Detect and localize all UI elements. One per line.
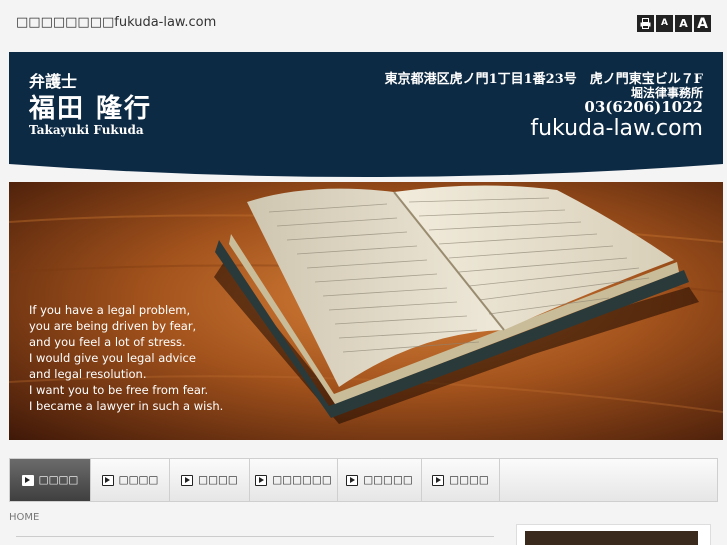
site-title-prefix: □□□□□□□□ [16, 15, 115, 30]
font-large-button[interactable]: A [694, 15, 711, 32]
content-divider [16, 536, 494, 537]
sidebar-banner-image [525, 531, 698, 545]
hero-line: you are being driven by fear, [29, 319, 197, 333]
play-icon [346, 474, 359, 486]
nav-item-4[interactable]: □□□□□□ [250, 459, 338, 501]
hero-line: and legal resolution. [29, 367, 147, 381]
hero-line: I want you to be free from fear. [29, 383, 209, 397]
play-icon [255, 474, 268, 486]
hero-line: If you have a legal problem, [29, 303, 191, 317]
nav-item-label: □□□□ [449, 474, 489, 486]
nav-item-label: □□□□□□ [272, 474, 332, 486]
font-small-button[interactable]: A [656, 15, 673, 32]
breadcrumb: HOME [9, 512, 39, 523]
hero-image: If you have a legal problem, you are bei… [9, 182, 723, 440]
nav-item-label: □□□□ [38, 474, 79, 486]
nav-item-3[interactable]: □□□□ [170, 459, 250, 501]
nav-item-2[interactable]: □□□□ [91, 459, 170, 501]
nav-item-5[interactable]: □□□□□ [338, 459, 422, 501]
site-title-domain: fukuda-law.com [114, 15, 217, 30]
global-nav: □□□□ □□□□ □□□□ □□□□□□ □□□□□ □□□□ [9, 458, 718, 502]
nav-item-6[interactable]: □□□□ [422, 459, 500, 501]
play-icon [181, 474, 194, 486]
font-medium-button[interactable]: A [675, 15, 692, 32]
header-phone: 03(6206)1022 [584, 98, 703, 116]
hero-message: If you have a legal problem, you are bei… [29, 302, 223, 414]
sidebar-banner[interactable] [516, 524, 711, 545]
nav-item-1[interactable]: □□□□ [10, 459, 91, 501]
play-icon [432, 474, 445, 486]
hero-line: and you feel a lot of stress. [29, 335, 186, 349]
header-name: 福田 隆行 [29, 94, 153, 124]
play-icon [21, 474, 34, 486]
play-icon [101, 474, 114, 486]
nav-item-label: □□□□ [198, 474, 238, 486]
header-banner[interactable]: 弁護士 福田 隆行 Takayuki Fukuda 東京都港区虎ノ門1丁目1番2… [9, 52, 723, 180]
breadcrumb-home[interactable]: HOME [9, 512, 39, 523]
site-title: □□□□□□□□fukuda-law.com [16, 15, 216, 30]
nav-item-label: □□□□ [118, 474, 159, 486]
hero-line: I would give you legal advice [29, 351, 196, 365]
font-size-tools: A A A [637, 15, 711, 32]
header-domain: fukuda-law.com [530, 116, 703, 141]
print-icon[interactable] [637, 15, 654, 32]
hero-line: I became a lawyer in such a wish. [29, 399, 224, 413]
header-name-roman: Takayuki Fukuda [29, 123, 144, 137]
nav-item-label: □□□□□ [363, 474, 413, 486]
